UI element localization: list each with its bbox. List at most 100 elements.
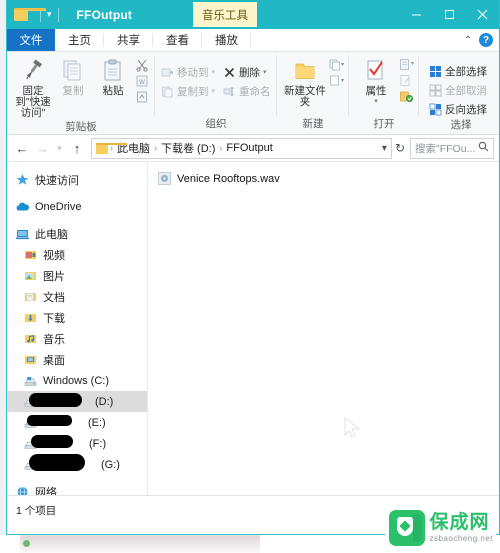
ribbon-group-clipboard: 固定到"快速访问" 复制 粘贴 W 剪贴板: [7, 52, 155, 134]
select-all-label: 全部选择: [445, 65, 487, 78]
redaction-bar-drive-e: [27, 415, 72, 426]
maximize-button[interactable]: [433, 0, 466, 29]
new-folder-button[interactable]: 新建文件夹: [283, 55, 327, 108]
sidebar-item-quick-access[interactable]: 快速访问: [7, 169, 147, 190]
select-none-button[interactable]: 全部取消: [429, 82, 487, 98]
network-icon: [15, 485, 30, 495]
sidebar-item-downloads[interactable]: 下载: [7, 307, 147, 328]
easy-access-icon[interactable]: [329, 74, 344, 88]
breadcrumb-drive-d[interactable]: 下载卷 (D:): [158, 140, 218, 156]
ribbon-group-select: 全部选择 全部取消 反向选择 选择: [419, 52, 499, 134]
file-explorer-window: ▾ FFOutput 音乐工具 文件 主页 共享 查看 播放 ⌃ ? 固定到"快…: [6, 0, 500, 535]
sidebar-item-drive-g[interactable]: (G:): [7, 454, 147, 475]
new-folder-label: 新建文件夹: [284, 85, 326, 108]
sidebar-item-music[interactable]: 音乐: [7, 328, 147, 349]
sidebar-item-drive-d[interactable]: (D:): [7, 391, 147, 412]
watermark-domain: zsbaocheng.net: [429, 534, 493, 543]
pin-to-quick-access-button[interactable]: 固定到"快速访问": [13, 55, 53, 119]
music-folder-icon: [23, 332, 38, 346]
history-icon[interactable]: [399, 90, 414, 104]
open-small-icons: [397, 55, 414, 104]
tab-home[interactable]: 主页: [55, 29, 104, 51]
sidebar-label: OneDrive: [35, 200, 82, 213]
ribbon-group-organize: 移动到 ▾ 复制到 ▾ 删除 ▾ 重命名 组织: [155, 52, 277, 134]
file-list-pane[interactable]: Venice Rooftops.wav: [147, 162, 499, 495]
documents-folder-icon: [23, 290, 38, 304]
copy-button[interactable]: 复制: [53, 55, 93, 97]
pin-label: 固定到"快速访问": [15, 85, 51, 119]
up-button[interactable]: ↑: [67, 137, 87, 159]
taskbar-status-dot: [23, 540, 30, 547]
rename-icon: [223, 85, 236, 98]
rename-button[interactable]: 重命名: [223, 83, 271, 99]
chevron-down-icon[interactable]: ▾: [382, 143, 387, 154]
redaction-bar-drive-f: [31, 435, 73, 448]
edit-icon[interactable]: [399, 74, 413, 88]
sidebar-item-this-pc[interactable]: 此电脑: [7, 223, 147, 244]
cut-icon[interactable]: [135, 58, 149, 72]
sidebar-item-drive-e[interactable]: (E:): [7, 412, 147, 433]
tab-file[interactable]: 文件: [7, 29, 55, 51]
copy-path-icon[interactable]: W: [135, 74, 149, 88]
chevron-up-icon[interactable]: ⌃: [464, 35, 472, 46]
chevron-down-icon[interactable]: ▾: [374, 97, 378, 105]
recent-locations-button[interactable]: ▾: [52, 137, 67, 159]
breadcrumb-ffoutput[interactable]: FFOutput: [223, 142, 275, 154]
close-button[interactable]: [466, 0, 499, 29]
search-input[interactable]: 搜索"FFOu...: [410, 137, 494, 159]
address-bar-row: ← → ▾ ↑ › 此电脑 › 下载卷 (D:) › FFOutput ▾ ↻: [7, 135, 499, 162]
tab-view[interactable]: 查看: [153, 29, 202, 51]
paste-button[interactable]: 粘贴: [93, 55, 133, 97]
copy-to-button[interactable]: 复制到 ▾: [161, 83, 215, 99]
search-placeholder: 搜索"FFOu...: [415, 142, 476, 155]
chevron-down-icon[interactable]: ▾: [47, 10, 52, 19]
minimize-button[interactable]: [400, 0, 433, 29]
properties-label: 属性: [365, 85, 387, 97]
tab-play[interactable]: 播放: [202, 29, 251, 51]
select-all-icon: [429, 65, 442, 78]
desktop-folder-icon: [23, 353, 38, 367]
chevron-down-icon[interactable]: ▾: [212, 68, 216, 76]
tab-share[interactable]: 共享: [104, 29, 153, 51]
sidebar-item-windows-c[interactable]: Windows (C:): [7, 370, 147, 391]
explorer-folder-icon: [14, 8, 46, 21]
sidebar-item-desktop[interactable]: 桌面: [7, 349, 147, 370]
sidebar-item-onedrive[interactable]: OneDrive: [7, 196, 147, 217]
sidebar-item-network[interactable]: 网络: [7, 481, 147, 495]
file-name: Venice Rooftops.wav: [177, 172, 280, 185]
quick-access-toolbar[interactable]: ▾: [7, 0, 65, 29]
refresh-button[interactable]: ↻: [395, 141, 405, 155]
drag-cursor-artifact: [340, 415, 366, 441]
sidebar-item-videos[interactable]: 视频: [7, 244, 147, 265]
list-item[interactable]: Venice Rooftops.wav: [148, 169, 499, 188]
contextual-tab-music-tools[interactable]: 音乐工具: [193, 2, 257, 27]
new-group-label: 新建: [302, 118, 324, 130]
forward-button[interactable]: →: [32, 137, 52, 159]
select-all-button[interactable]: 全部选择: [429, 63, 487, 79]
sidebar-item-drive-f[interactable]: (F:): [7, 433, 147, 454]
new-item-icon[interactable]: [329, 58, 344, 72]
chevron-down-icon[interactable]: ▾: [212, 87, 216, 95]
redaction-bar-drive-g: [29, 454, 85, 471]
pictures-folder-icon: [23, 269, 38, 283]
address-input[interactable]: › 此电脑 › 下载卷 (D:) › FFOutput ▾: [91, 137, 392, 159]
system-drive-icon: [23, 374, 38, 388]
move-to-button[interactable]: 移动到 ▾: [161, 64, 215, 80]
help-icon[interactable]: ?: [479, 33, 493, 47]
copy-to-label: 复制到: [177, 85, 209, 98]
onedrive-cloud-icon: [15, 200, 30, 214]
sidebar-item-documents[interactable]: 文档: [7, 286, 147, 307]
invert-selection-button[interactable]: 反向选择: [429, 101, 487, 117]
new-group-content: 新建文件夹: [277, 55, 349, 116]
open-with-icon[interactable]: [399, 58, 414, 72]
properties-button[interactable]: 属性 ▾: [355, 55, 397, 105]
organize-col-2: 删除 ▾ 重命名: [223, 61, 271, 99]
select-group-label: 选择: [450, 119, 472, 131]
invert-selection-label: 反向选择: [445, 103, 487, 116]
paste-shortcut-icon[interactable]: [135, 90, 149, 104]
delete-button[interactable]: 删除 ▾: [223, 64, 271, 80]
sidebar-item-pictures[interactable]: 图片: [7, 265, 147, 286]
chevron-down-icon[interactable]: ▾: [263, 68, 267, 76]
back-button[interactable]: ←: [12, 137, 32, 159]
title-bar: ▾ FFOutput 音乐工具: [7, 0, 499, 29]
